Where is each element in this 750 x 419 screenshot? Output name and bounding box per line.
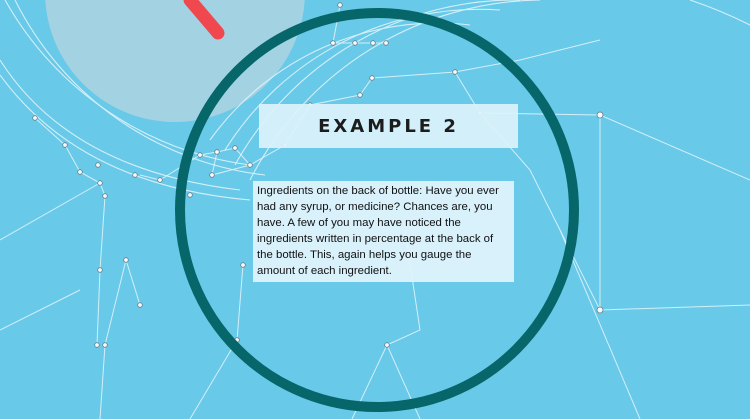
slide-title: EXAMPLE 2 — [318, 115, 459, 137]
body-text-box: Ingredients on the back of bottle: Have … — [253, 181, 514, 282]
title-banner: EXAMPLE 2 — [259, 104, 518, 148]
slide-body-text: Ingredients on the back of bottle: Have … — [257, 185, 499, 277]
